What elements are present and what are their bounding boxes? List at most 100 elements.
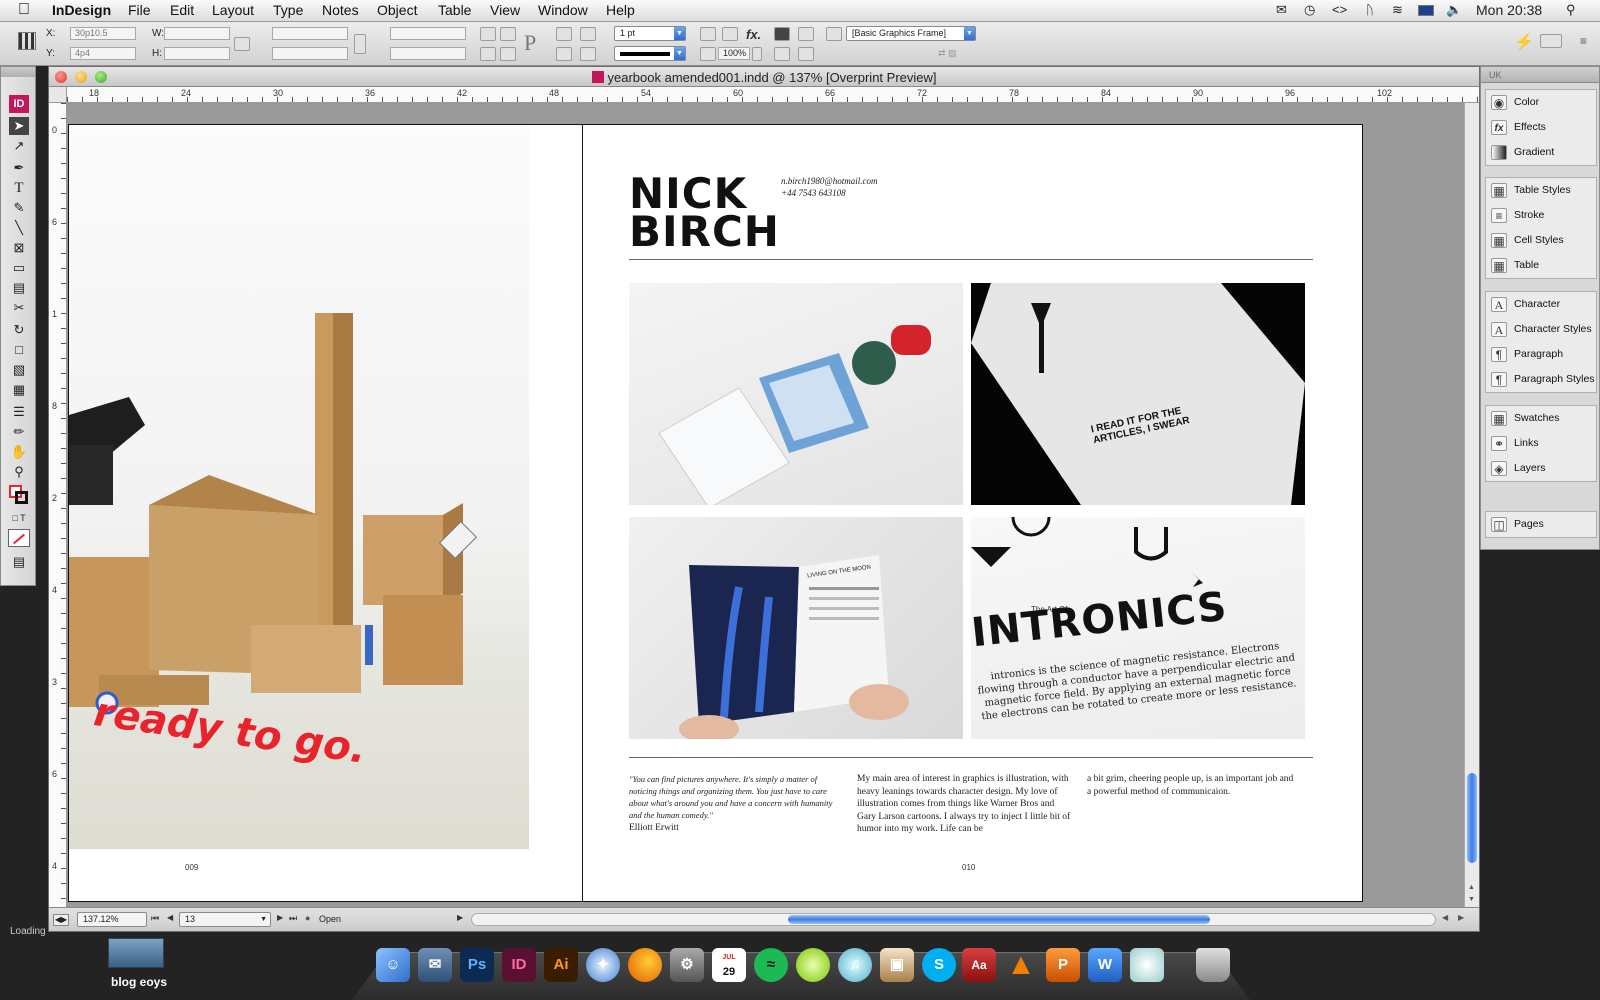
- pencil-tool-icon[interactable]: ✎: [9, 199, 29, 217]
- select-previous-icon[interactable]: [580, 27, 596, 41]
- portfolio-image-magazine[interactable]: LIVING ON THE MOON: [629, 517, 963, 739]
- line-tool-icon[interactable]: ╲: [9, 219, 29, 237]
- apply-none-icon[interactable]: [8, 529, 30, 547]
- constrain-proportions-icon[interactable]: [234, 37, 250, 51]
- panel-character[interactable]: A Character: [1486, 292, 1596, 317]
- opacity-arrow-icon[interactable]: [752, 47, 762, 61]
- link-scale-icon[interactable]: [354, 34, 366, 54]
- dictionary-icon[interactable]: Aa: [962, 948, 996, 982]
- panel-swatches[interactable]: ▦ Swatches: [1486, 406, 1596, 431]
- screen-mode-icon[interactable]: ▤: [9, 553, 29, 571]
- scroll-left-arrow-icon[interactable]: ◀: [1442, 913, 1448, 922]
- lightning-bolt-icon[interactable]: ⚡: [1514, 32, 1534, 52]
- presentation-icon[interactable]: P: [1046, 948, 1080, 982]
- stroke-type-dropdown[interactable]: ▼: [614, 46, 686, 61]
- flip-vertical-icon[interactable]: [500, 47, 516, 61]
- volume-icon[interactable]: 🔈: [1446, 2, 1462, 18]
- zoom-tool-icon[interactable]: ⚲: [9, 463, 29, 481]
- text-wrap-none-icon[interactable]: [774, 27, 790, 41]
- flip-horizontal-icon[interactable]: [480, 47, 496, 61]
- scissors-tool-icon[interactable]: ✂: [9, 299, 29, 317]
- last-page-icon[interactable]: ⏭: [289, 913, 297, 924]
- tools-panel-header[interactable]: [1, 67, 35, 77]
- messenger-icon[interactable]: [796, 948, 830, 982]
- itunes-icon[interactable]: ♫: [838, 948, 872, 982]
- vertical-scroll-thumb[interactable]: [1467, 773, 1477, 863]
- select-content-icon[interactable]: [556, 47, 572, 61]
- spotify-icon[interactable]: ≈: [754, 948, 788, 982]
- hand-tool-icon[interactable]: ✋: [9, 443, 29, 461]
- page-number-field[interactable]: 13 ▼: [179, 912, 271, 927]
- x-position-field[interactable]: 30p10.5: [70, 27, 136, 40]
- zoom-level-field[interactable]: 137.12%: [77, 912, 147, 927]
- pen-tool-icon[interactable]: ✒: [9, 159, 29, 177]
- horizontal-scroll-thumb[interactable]: [788, 915, 1210, 924]
- panel-dock-header[interactable]: UK: [1481, 67, 1599, 83]
- scale-y-field[interactable]: [272, 47, 348, 60]
- zoom-menu-icon[interactable]: ◀▶: [53, 914, 69, 926]
- panel-table-styles[interactable]: ▦ Table Styles: [1486, 178, 1596, 203]
- object-style-dropdown[interactable]: [Basic Graphics Frame] ▼: [846, 26, 976, 41]
- vertical-scrollbar[interactable]: ▲ ▼: [1464, 103, 1479, 907]
- select-next-icon[interactable]: [580, 47, 596, 61]
- panel-character-styles[interactable]: A Character Styles: [1486, 317, 1596, 342]
- left-page-photo[interactable]: ready to go.: [69, 125, 529, 849]
- page-spread[interactable]: ready to go. 009 NICK BIRCH n.birch1980@…: [68, 124, 1363, 902]
- drop-shadow-icon[interactable]: [722, 27, 738, 41]
- panel-menu-icon[interactable]: ≡: [1580, 34, 1587, 48]
- illustrator-icon[interactable]: Ai: [544, 948, 578, 982]
- next-page-icon[interactable]: ▶: [277, 913, 283, 922]
- width-field[interactable]: [164, 27, 230, 40]
- panel-cell-styles[interactable]: ▦ Cell Styles: [1486, 228, 1596, 253]
- stroke-swatch-icon[interactable]: [15, 491, 28, 504]
- text-wrap-bbox-icon[interactable]: [798, 27, 814, 41]
- word-icon[interactable]: W: [1088, 948, 1122, 982]
- preview-icon[interactable]: ▣: [880, 948, 914, 982]
- horizontal-scrollbar[interactable]: [471, 913, 1436, 926]
- menu-table[interactable]: Table: [438, 2, 471, 18]
- bluetooth-icon[interactable]: ᚢ: [1366, 2, 1374, 17]
- body-text-column-2[interactable]: a bit grim, cheering people up, is an im…: [1087, 773, 1299, 798]
- gradient-feather-icon[interactable]: ▤: [9, 279, 29, 297]
- shear-field[interactable]: [390, 47, 466, 60]
- pasteboard[interactable]: ready to go. 009 NICK BIRCH n.birch1980@…: [68, 104, 1464, 907]
- panel-table[interactable]: ▦ Table: [1486, 253, 1596, 278]
- rectangle-frame-tool-icon[interactable]: ⊠: [9, 239, 29, 257]
- menu-notes[interactable]: Notes: [322, 2, 359, 18]
- scroll-up-arrow-icon[interactable]: ▲: [1468, 884, 1475, 891]
- opacity-icon[interactable]: [700, 47, 716, 61]
- safari-icon[interactable]: ✦: [586, 948, 620, 982]
- portfolio-image-poster[interactable]: The Art Of INTRONICS intronics is the sc…: [971, 517, 1305, 739]
- rotate-tool-icon[interactable]: ↻: [9, 321, 29, 339]
- time-machine-icon[interactable]: ◷: [1304, 2, 1315, 18]
- ruler-origin[interactable]: [49, 87, 67, 103]
- opacity-field[interactable]: 100%: [718, 47, 750, 60]
- object-style-icon[interactable]: [826, 27, 842, 41]
- direct-selection-tool-icon[interactable]: ↗: [9, 137, 29, 155]
- menu-layout[interactable]: Layout: [212, 2, 254, 18]
- preflight-icon[interactable]: ●: [305, 913, 310, 923]
- uk-flag-icon[interactable]: [1418, 5, 1434, 16]
- document-titlebar[interactable]: yearbook amended001.indd @ 137% [Overpri…: [49, 67, 1479, 87]
- menu-edit[interactable]: Edit: [170, 2, 194, 18]
- menu-view[interactable]: View: [490, 2, 520, 18]
- panel-stroke[interactable]: ≡ Stroke: [1486, 203, 1596, 228]
- text-wrap-shape-icon[interactable]: [774, 47, 790, 61]
- fill-frame-icon[interactable]: [700, 27, 716, 41]
- apple-icon[interactable]: : [18, 1, 30, 19]
- folder-icon[interactable]: [108, 938, 164, 968]
- stroke-weight-dropdown[interactable]: 1 pt ▼: [614, 26, 686, 41]
- vlc-icon[interactable]: ▲: [1004, 948, 1038, 982]
- scroll-down-arrow-icon[interactable]: ▼: [1468, 896, 1475, 903]
- spotlight-search-icon[interactable]: ⚲: [1566, 2, 1576, 18]
- portfolio-image-book[interactable]: I READ IT FOR THE ARTICLES, I SWEAR: [971, 283, 1305, 505]
- designer-name[interactable]: NICK BIRCH: [629, 173, 780, 253]
- panel-color[interactable]: ◉ Color: [1486, 90, 1596, 115]
- panel-layers[interactable]: ◈ Layers: [1486, 456, 1596, 481]
- panel-paragraph-styles[interactable]: ¶ Paragraph Styles: [1486, 367, 1596, 392]
- height-field[interactable]: [164, 47, 230, 60]
- selection-tool-icon[interactable]: ➤: [9, 117, 29, 135]
- menu-type[interactable]: Type: [273, 2, 303, 18]
- quote-block[interactable]: "You can find pictures anywhere. It's si…: [629, 773, 839, 834]
- wifi-icon[interactable]: ≋: [1392, 2, 1403, 18]
